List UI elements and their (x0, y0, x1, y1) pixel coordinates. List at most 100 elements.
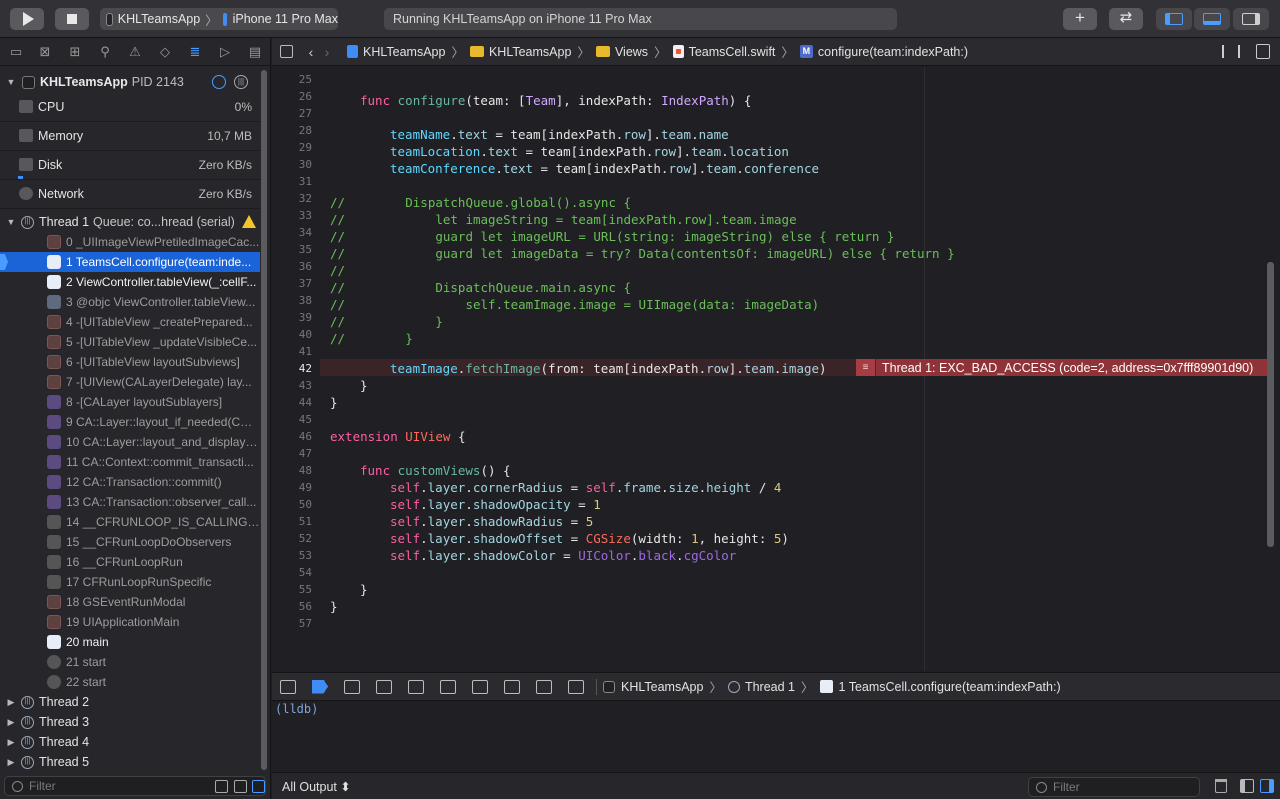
folder-icon[interactable]: ▭ (8, 44, 24, 60)
output-select[interactable]: All Output ⬍ (282, 779, 351, 794)
debug-crumb-frame[interactable]: 1 TeamsCell.configure(team:indexPath:) (839, 680, 1061, 694)
debug-crumb-thread[interactable]: Thread 1 (745, 680, 795, 694)
source-editor[interactable]: 25 26 27 28 29 30 31 32 33 34 35 36 37 38 39 40 41 42 43 44… (272, 67, 1280, 671)
view-hierarchy-icon[interactable] (472, 679, 488, 694)
stack-frame-row[interactable]: 22 start (0, 672, 260, 692)
toggle-navigator-button[interactable] (1156, 8, 1192, 30)
show-variables-icon[interactable] (1240, 779, 1254, 793)
filter-running-icon[interactable] (234, 780, 247, 793)
stack-frame-row[interactable]: 2 ViewController.tableView(_:cellF... (0, 272, 260, 292)
editor-scrollbar-thumb[interactable] (1267, 262, 1274, 547)
show-console-icon[interactable] (1260, 779, 1274, 793)
toggle-inspector-button[interactable] (1233, 8, 1269, 30)
jumpbar-symbol[interactable]: configure(team:indexPath:) (818, 45, 968, 59)
stack-frame-row[interactable]: 9 CA::Layer::layout_if_needed(CA:... (0, 412, 260, 432)
error-annotation[interactable]: ≡ Thread 1: EXC_BAD_ACCESS (code=2, addr… (856, 359, 1267, 376)
stack-frame-row[interactable]: 18 GSEventRunModal (0, 592, 260, 612)
navigator-filter-field[interactable]: Filter (4, 776, 266, 796)
stack-frame-row[interactable]: 6 -[UITableView layoutSubviews] (0, 352, 260, 372)
disclosure-closed-icon[interactable]: ▶ (5, 757, 17, 768)
filter-gauges-icon[interactable] (252, 780, 265, 793)
thread-icon (727, 680, 740, 693)
thread-row-5[interactable]: ▶ ||| Thread 5 (0, 752, 260, 772)
run-button[interactable] (10, 8, 44, 30)
debug-console[interactable]: (lldb) (272, 702, 1280, 772)
stack-frame-row[interactable]: 3 @objc ViewController.tableView... (0, 292, 260, 312)
environment-overrides-icon[interactable] (536, 679, 552, 694)
debug-crumb-app[interactable]: KHLTeamsApp (621, 680, 703, 694)
breakpoint-icon[interactable]: ▷ (217, 44, 233, 60)
stack-frame-row[interactable]: 14 __CFRUNLOOP_IS_CALLING_O... (0, 512, 260, 532)
stack-frame-row[interactable]: 20 main (0, 632, 260, 652)
report-icon[interactable]: ▤ (247, 44, 263, 60)
threads-icon[interactable]: ||| (234, 75, 248, 89)
thread-row-1[interactable]: ▼ ||| Thread 1 Queue: co...hread (serial… (0, 212, 260, 232)
breakpoints-toggle-icon[interactable] (312, 679, 328, 694)
console-filter-field[interactable]: Filter (1028, 777, 1200, 797)
thread-row-4[interactable]: ▶ ||| Thread 4 (0, 732, 260, 752)
search-icon[interactable]: ⚲ (97, 44, 113, 60)
stack-frame-row[interactable]: 21 start (0, 652, 260, 672)
stop-button[interactable] (55, 8, 89, 30)
gauge-memory[interactable]: Memory 10,7 MB (0, 122, 260, 151)
related-items-icon[interactable] (280, 45, 293, 58)
scheme-selector[interactable]: KHLTeamsApp 〉 iPhone 11 Pro Max (100, 8, 338, 30)
disclosure-open-icon[interactable]: ▼ (5, 217, 17, 227)
editor-options-icon[interactable] (1222, 45, 1240, 58)
gauge-cpu[interactable]: CPU 0% (0, 93, 260, 122)
disclosure-open-icon[interactable]: ▼ (5, 77, 17, 87)
stack-frame-row[interactable]: 7 -[UIView(CALayerDelegate) lay... (0, 372, 260, 392)
filter-crashed-icon[interactable] (215, 780, 228, 793)
line-number: 53 (298, 549, 312, 562)
stack-frame-row[interactable]: 4 -[UITableView _createPrepared... (0, 312, 260, 332)
toggle-debug-area-button[interactable] (1194, 8, 1230, 30)
library-add-button[interactable]: + (1063, 8, 1097, 30)
hide-debug-area-icon[interactable] (280, 679, 296, 694)
memory-graph-icon[interactable] (504, 679, 520, 694)
stack-frame-row[interactable]: 11 CA::Context::commit_transacti... (0, 452, 260, 472)
navigator-scrollbar[interactable] (260, 70, 268, 770)
source-control-icon[interactable]: ⊠ (37, 44, 53, 60)
back-icon[interactable]: ‹ (303, 44, 319, 60)
jumpbar-file[interactable]: TeamsCell.swift (689, 45, 776, 59)
debug-icon[interactable]: ≣ (187, 44, 203, 60)
stack-frame-row[interactable]: 17 CFRunLoopRunSpecific (0, 572, 260, 592)
stack-frame-row[interactable]: 15 __CFRunLoopDoObservers (0, 532, 260, 552)
stack-frame-row[interactable]: 12 CA::Transaction::commit() (0, 472, 260, 492)
simulate-location-icon[interactable] (568, 679, 584, 694)
add-editor-icon[interactable] (1256, 44, 1270, 59)
stack-frame-row[interactable]: 13 CA::Transaction::observer_call... (0, 492, 260, 512)
code-review-button[interactable]: ⇄ (1109, 8, 1143, 30)
process-row[interactable]: ▼ KHLTeamsApp PID 2143 ||| (0, 71, 260, 93)
hierarchy-icon[interactable]: ⊞ (67, 44, 83, 60)
stack-frame-row[interactable]: 10 CA::Layer::layout_and_display_... (0, 432, 260, 452)
error-icon[interactable]: ≡ (856, 359, 876, 376)
stack-frame-row[interactable]: 19 UIApplicationMain (0, 612, 260, 632)
thread-row-2[interactable]: ▶ ||| Thread 2 (0, 692, 260, 712)
thread-row-3[interactable]: ▶ ||| Thread 3 (0, 712, 260, 732)
jumpbar-group[interactable]: KHLTeamsApp (489, 45, 571, 59)
disclosure-closed-icon[interactable]: ▶ (5, 737, 17, 748)
test-icon[interactable]: ◇ (157, 44, 173, 60)
stack-frame-row[interactable]: 8 -[CALayer layoutSublayers] (0, 392, 260, 412)
step-out-icon[interactable] (440, 679, 456, 694)
gauge-icon[interactable] (212, 75, 226, 89)
continue-icon[interactable] (344, 679, 360, 694)
forward-icon[interactable]: › (319, 44, 335, 60)
jumpbar-folder[interactable]: Views (615, 45, 648, 59)
stack-frame-row[interactable]: 5 -[UITableView _updateVisibleCe... (0, 332, 260, 352)
stack-frame-row[interactable]: 1 TeamsCell.configure(team:inde... (0, 252, 260, 272)
step-over-icon[interactable] (376, 679, 392, 694)
trash-icon[interactable] (1215, 779, 1227, 793)
disclosure-closed-icon[interactable]: ▶ (5, 697, 17, 708)
jumpbar-project[interactable]: KHLTeamsApp (363, 45, 445, 59)
code-line-26: func configure(team: [Team], indexPath: … (360, 93, 752, 108)
scrollbar-thumb[interactable] (261, 70, 267, 770)
warning-icon[interactable]: ⚠ (127, 44, 143, 60)
disclosure-closed-icon[interactable]: ▶ (5, 717, 17, 728)
stack-frame-row[interactable]: 16 __CFRunLoopRun (0, 552, 260, 572)
gauge-disk[interactable]: Disk Zero KB/s (0, 151, 260, 180)
step-into-icon[interactable] (408, 679, 424, 694)
stack-frame-row[interactable]: 0 _UIImageViewPretiledImageCac... (0, 232, 260, 252)
gauge-network[interactable]: Network Zero KB/s (0, 180, 260, 209)
